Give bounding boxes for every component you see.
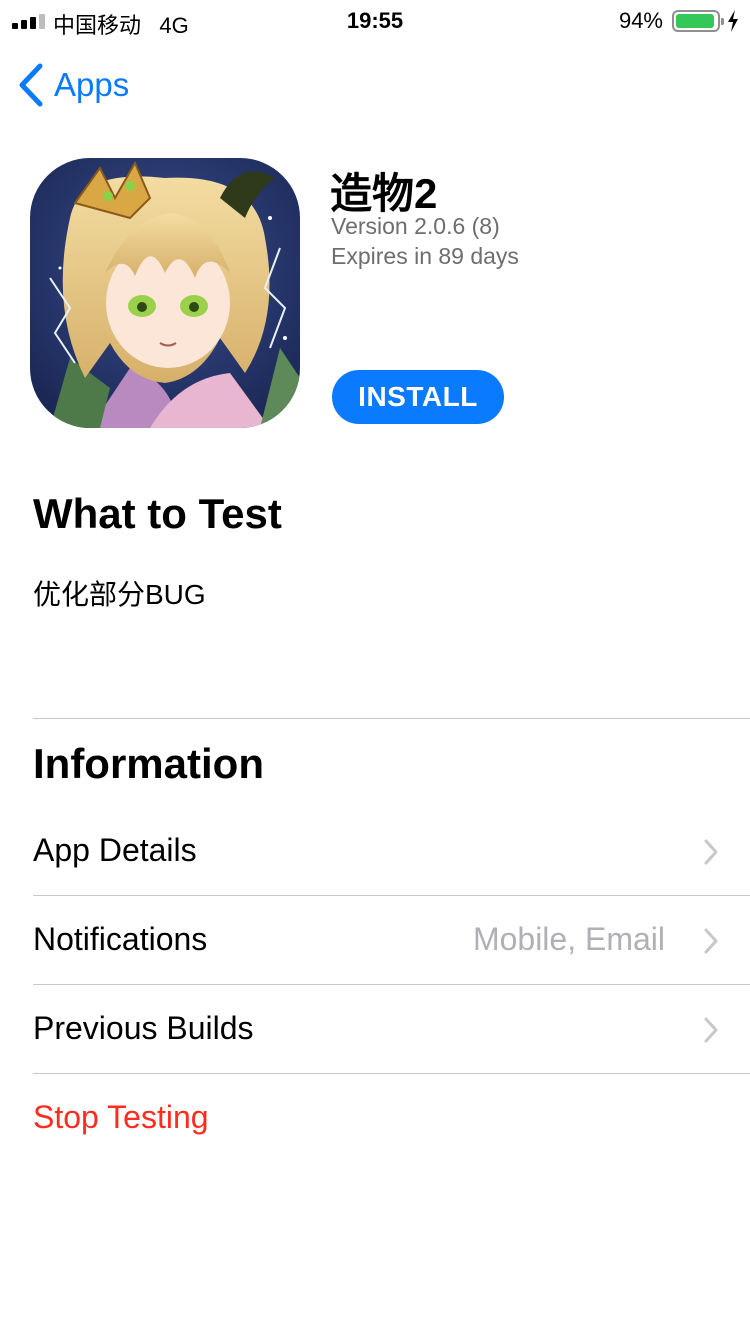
status-bar: 中国移动 4G 19:55 94%: [0, 0, 750, 40]
navigation-bar: Apps: [0, 50, 750, 120]
row-label: Previous Builds: [33, 1010, 254, 1046]
what-to-test-heading: What to Test: [33, 490, 282, 537]
app-name: 造物2: [330, 170, 438, 217]
section-divider: [33, 718, 750, 719]
row-divider: [33, 984, 750, 985]
stop-testing-button[interactable]: Stop Testing: [0, 1075, 750, 1163]
information-heading: Information: [33, 740, 264, 787]
row-divider: [33, 1073, 750, 1074]
row-previous-builds[interactable]: Previous Builds: [0, 986, 750, 1074]
row-notifications[interactable]: Notifications Mobile, Email: [0, 897, 750, 985]
app-version: Version 2.0.6 (8): [331, 213, 500, 239]
battery-icon: [672, 10, 724, 32]
battery-percent: 94%: [618, 8, 663, 33]
row-label: App Details: [33, 832, 197, 868]
chevron-right-icon: [704, 839, 718, 865]
install-button[interactable]: INSTALL: [332, 370, 504, 424]
stop-testing-label[interactable]: Stop Testing: [33, 1099, 209, 1136]
app-expiry: Expires in 89 days: [331, 243, 519, 269]
charging-bolt-icon: [728, 10, 738, 32]
chevron-right-icon: [704, 1017, 718, 1043]
back-label[interactable]: Apps: [54, 66, 129, 104]
app-icon: [30, 158, 300, 428]
row-value: Mobile, Email: [472, 921, 665, 957]
chevron-right-icon: [704, 928, 718, 954]
chevron-left-icon[interactable]: [16, 62, 44, 108]
row-label: Notifications: [33, 921, 208, 957]
what-to-test-notes: 优化部分BUG: [33, 579, 206, 610]
row-divider: [33, 895, 750, 896]
row-app-details[interactable]: App Details: [0, 808, 750, 896]
